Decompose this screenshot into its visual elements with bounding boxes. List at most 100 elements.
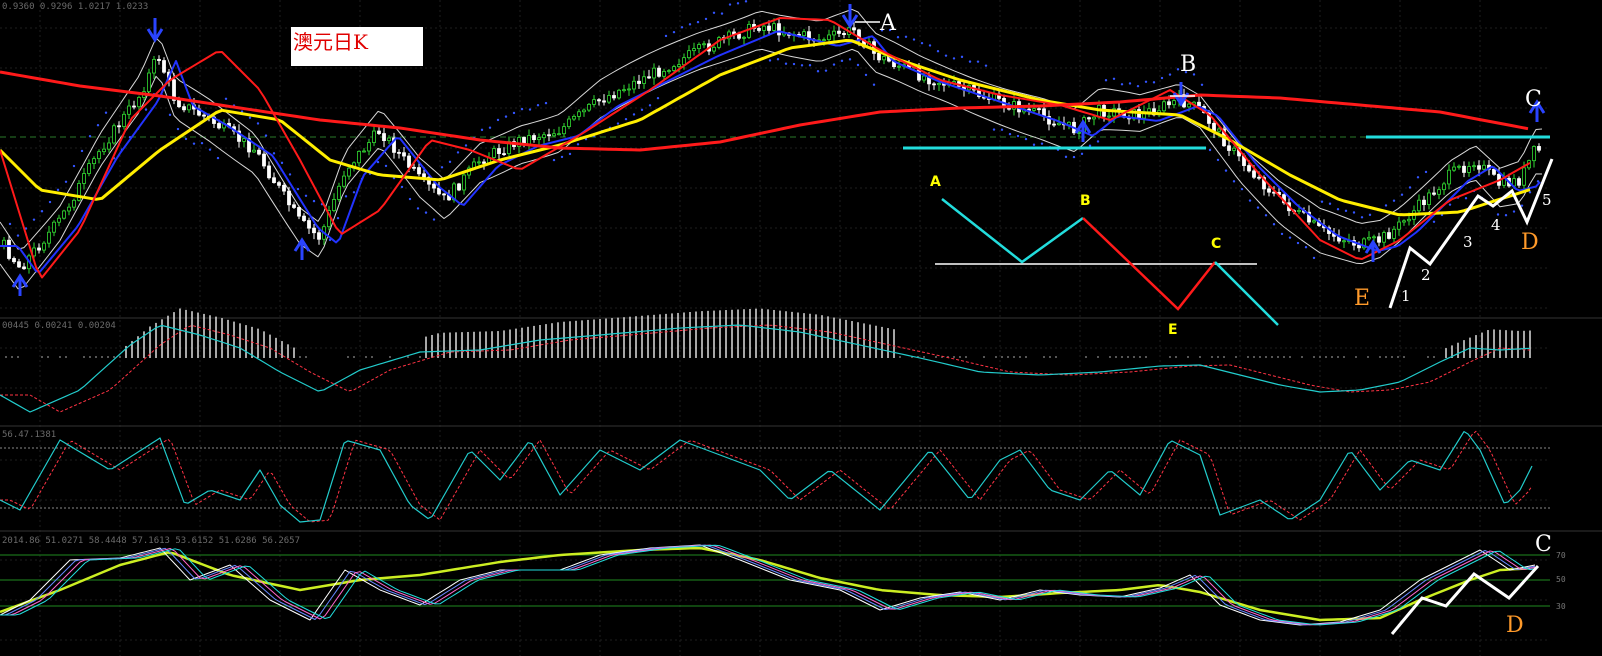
- psar-dot: [1256, 206, 1260, 209]
- psar-dot: [912, 38, 916, 41]
- psar-dot: [944, 54, 948, 57]
- candle-body: [822, 39, 826, 42]
- psar-dot: [1152, 81, 1156, 84]
- psar-dot: [1232, 180, 1236, 183]
- candle-body: [1217, 128, 1221, 132]
- wave-label-d: D: [1521, 230, 1539, 255]
- candle-body: [662, 71, 666, 77]
- impulse-label-4: 4: [1491, 216, 1501, 234]
- macd-panel: [0, 308, 1531, 413]
- psar-dot: [520, 107, 524, 111]
- candle-body: [677, 64, 681, 67]
- candle-body: [762, 25, 766, 31]
- candle-body: [92, 158, 96, 164]
- candle-body: [302, 215, 306, 221]
- candle-body: [1107, 115, 1111, 118]
- psar-dot: [1368, 213, 1372, 217]
- signal-arrow: [146, 18, 164, 43]
- psar-dot: [288, 173, 292, 176]
- candle-body: [837, 30, 841, 34]
- signal-arrow: [11, 273, 29, 296]
- candle-body: [1227, 145, 1231, 151]
- candle-body: [587, 103, 591, 111]
- macd-main-line: [0, 324, 1531, 413]
- candle-body: [582, 109, 586, 113]
- psar-dot: [736, 2, 740, 5]
- candle-body: [1172, 100, 1176, 106]
- rsi-fast-line: [0, 544, 1536, 626]
- candle-body: [52, 221, 56, 233]
- psar-dot: [256, 122, 260, 125]
- psar-dot: [952, 57, 956, 60]
- candle-body: [1452, 166, 1456, 171]
- psar-dot: [704, 17, 708, 21]
- psar-dot: [920, 41, 924, 45]
- signal-arrow: [1074, 119, 1092, 142]
- psar-dot: [1448, 203, 1452, 206]
- rsi-axis-label-30: 30: [1556, 602, 1566, 611]
- psar-dot: [440, 166, 444, 169]
- candle-body: [1427, 192, 1431, 205]
- psar-dot: [1072, 155, 1076, 159]
- candle-body: [272, 177, 276, 183]
- candle-body: [347, 167, 351, 177]
- rsi-wave-label-c: C: [1535, 532, 1552, 557]
- signal-arrow: [841, 4, 859, 29]
- candle-body: [82, 173, 86, 184]
- candle-body: [577, 111, 581, 117]
- psar-dot: [464, 144, 468, 147]
- candle-body: [1057, 122, 1061, 126]
- psar-dot: [336, 216, 340, 220]
- psar-dot: [96, 123, 100, 127]
- psar-dot: [488, 126, 492, 129]
- candle-body: [362, 150, 366, 153]
- psar-dot: [1424, 170, 1428, 174]
- candle-body: [882, 56, 886, 61]
- psar-dot: [744, 0, 748, 3]
- psar-dot: [728, 3, 732, 6]
- psar-dot: [16, 234, 20, 237]
- psar-dot: [352, 191, 356, 194]
- psar-dot: [264, 134, 268, 137]
- psar-dot: [864, 73, 868, 77]
- candle-body: [97, 151, 101, 160]
- psar-dot: [784, 62, 788, 65]
- candle-body: [337, 185, 341, 200]
- candle-body: [937, 83, 941, 86]
- psar-dot: [904, 35, 908, 38]
- candle-body: [412, 166, 416, 169]
- rsi-panel: [0, 544, 1550, 626]
- candle-body: [1472, 165, 1476, 168]
- candle-body: [332, 199, 336, 211]
- candle-body: [1432, 192, 1436, 195]
- candle-body: [1247, 165, 1251, 172]
- candle-body: [317, 232, 321, 240]
- psar-dot: [696, 20, 700, 24]
- candle-body: [617, 89, 621, 99]
- candle-body: [157, 58, 161, 61]
- candle-body: [1537, 146, 1541, 151]
- candle-body: [1092, 116, 1096, 120]
- rsi-wave-label-d: D: [1506, 613, 1524, 638]
- psar-dot: [424, 211, 428, 214]
- candle-body: [1447, 169, 1451, 185]
- candle-body: [492, 148, 496, 158]
- candle-body: [602, 100, 606, 103]
- chart-svg: 0.9360 0.9296 1.0217 1.0233 00445 0.0024…: [0, 0, 1602, 656]
- candle-body: [537, 137, 541, 141]
- psar-dot: [1248, 199, 1252, 202]
- candle-body: [562, 126, 566, 135]
- candle-body: [22, 266, 26, 270]
- candle-body: [1342, 240, 1346, 243]
- psar-dot: [1320, 200, 1324, 203]
- wave-label-e: E: [1354, 286, 1370, 311]
- psar-dot: [1064, 155, 1068, 159]
- psar-dot: [56, 188, 60, 192]
- psar-dot: [1528, 191, 1532, 194]
- candle-body: [1387, 232, 1391, 239]
- psar-dot: [552, 158, 556, 162]
- candle-body: [497, 148, 501, 155]
- psar-dot: [1120, 83, 1124, 86]
- psar-dot: [1136, 84, 1140, 88]
- candle-body: [1037, 108, 1041, 111]
